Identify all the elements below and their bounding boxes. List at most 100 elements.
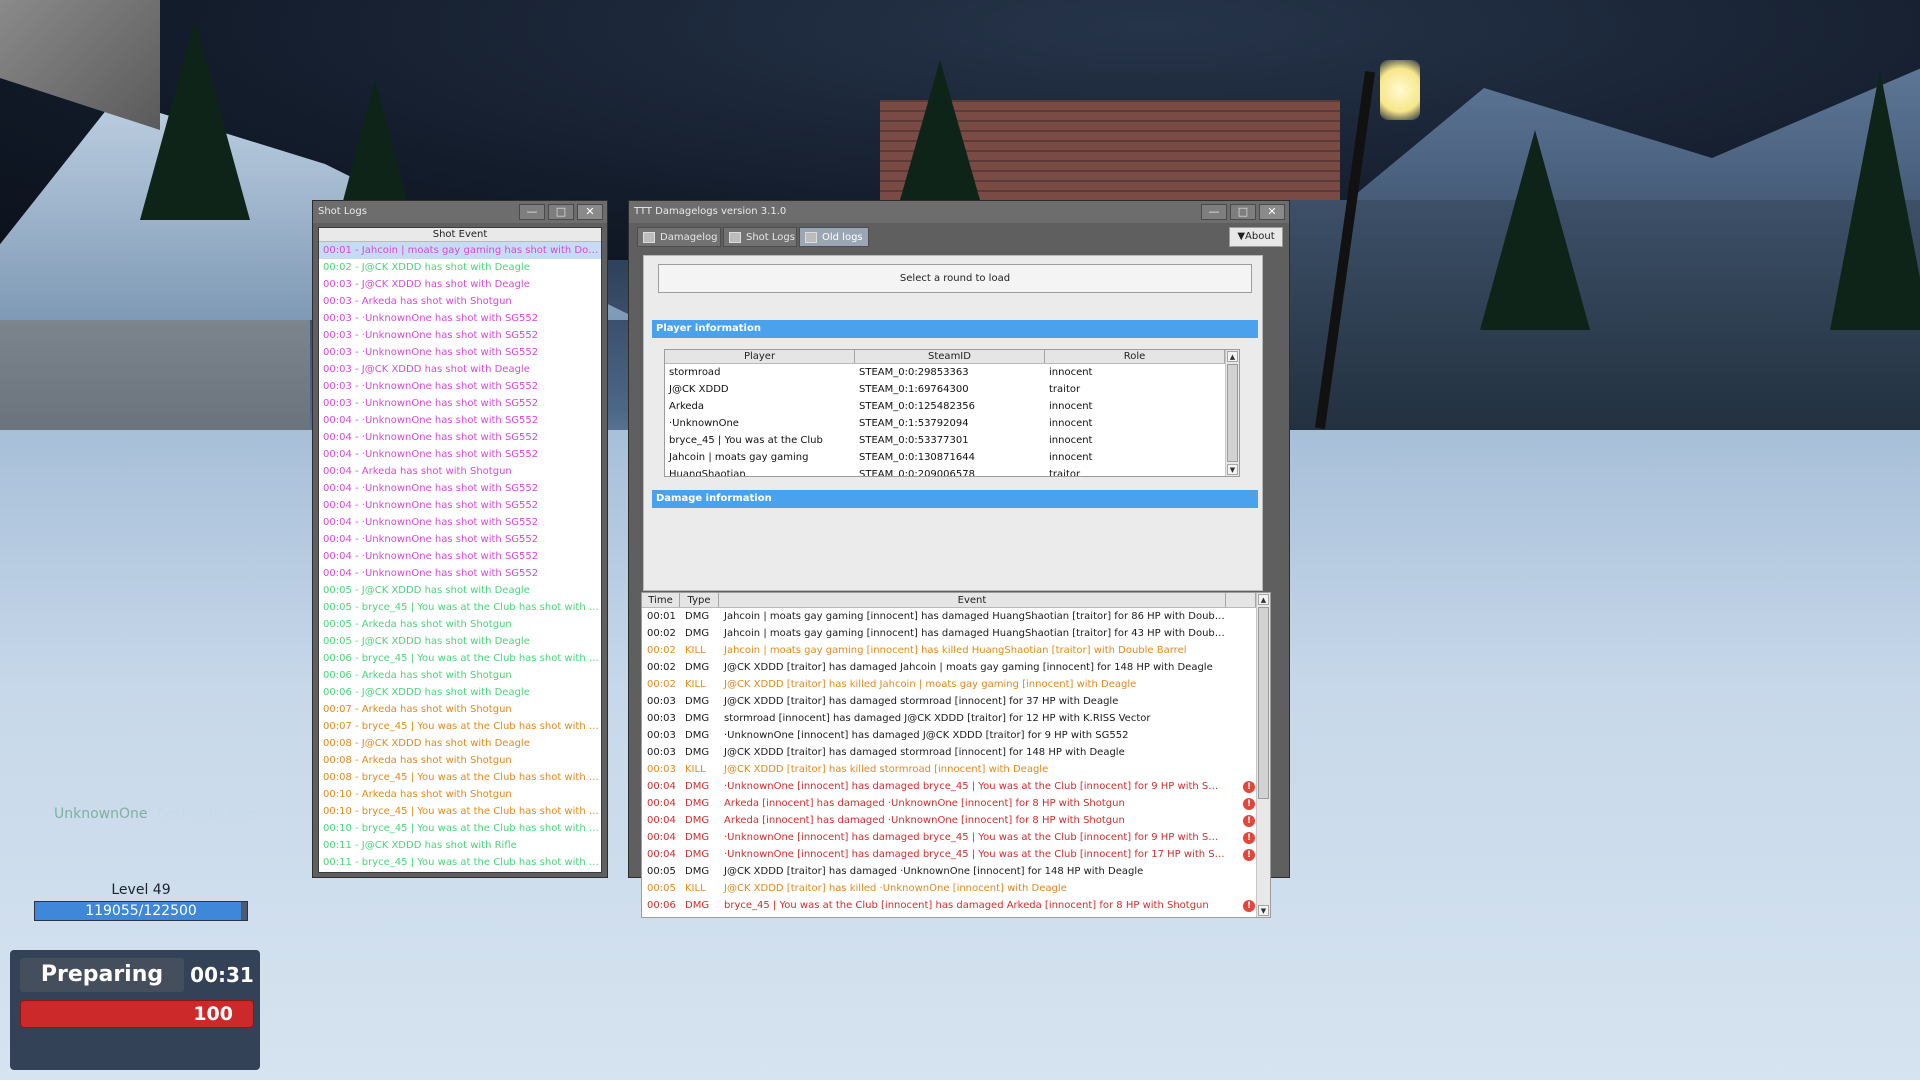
- shot-log-row[interactable]: 00:01 - Jahcoin | moats gay gaming has s…: [319, 242, 601, 259]
- shot-log-row[interactable]: 00:08 - J@CK XDDD has shot with Deagle: [319, 735, 601, 752]
- shot-log-row[interactable]: 00:03 - ·UnknownOne has shot with SG552: [319, 344, 601, 361]
- scroll-up-arrow[interactable]: ▲: [1258, 594, 1269, 605]
- scroll-down-arrow[interactable]: ▼: [1258, 905, 1269, 916]
- shot-log-row[interactable]: 00:04 - ·UnknownOne has shot with SG552: [319, 497, 601, 514]
- shot-log-row[interactable]: 00:03 - ·UnknownOne has shot with SG552: [319, 378, 601, 395]
- rdm-warning-icon[interactable]: !: [1243, 815, 1255, 827]
- shot-log-row[interactable]: 00:06 - J@CK XDDD has shot with Deagle: [319, 684, 601, 701]
- rdm-warning-icon[interactable]: !: [1243, 849, 1255, 861]
- player-row[interactable]: stormroad STEAM_0:0:29853363 innocent: [665, 364, 1239, 381]
- player-table[interactable]: Player SteamID Role stormroad STEAM_0:0:2…: [664, 349, 1240, 477]
- damage-row[interactable]: 00:03 KILL J@CK XDDD [traitor] has killed …: [642, 761, 1270, 778]
- player-row[interactable]: HuangShaotian STEAM_0:0:209006578 traitor: [665, 466, 1239, 476]
- minimize-button[interactable]: —: [1201, 204, 1227, 220]
- rdm-warning-icon[interactable]: !: [1243, 832, 1255, 844]
- shot-logs-titlebar[interactable]: Shot Logs — □ ✕: [313, 201, 607, 223]
- damage-row[interactable]: 00:03 DMG ·UnknownOne [innocent] has damag…: [642, 727, 1270, 744]
- damage-row[interactable]: 00:04 DMG Arkeda [innocent] has damaged ·U…: [642, 812, 1270, 829]
- maximize-button[interactable]: □: [1230, 204, 1256, 220]
- scroll-thumb[interactable]: [1258, 607, 1269, 799]
- column-type[interactable]: Type: [680, 593, 719, 607]
- shot-log-row[interactable]: 00:08 - Arkeda has shot with Shotgun: [319, 752, 601, 769]
- shot-log-row[interactable]: 00:04 - Arkeda has shot with Shotgun: [319, 463, 601, 480]
- column-steamid[interactable]: SteamID: [855, 350, 1045, 363]
- column-event[interactable]: Event: [719, 593, 1226, 607]
- column-time[interactable]: Time: [642, 593, 680, 607]
- shot-log-row[interactable]: 00:03 - ·UnknownOne has shot with SG552: [319, 395, 601, 412]
- tab-shot-logs[interactable]: Shot Logs: [723, 227, 797, 247]
- damage-row[interactable]: 00:02 KILL J@CK XDDD [traitor] has killed …: [642, 676, 1270, 693]
- damage-row[interactable]: 00:03 DMG stormroad [innocent] has damaged…: [642, 710, 1270, 727]
- rdm-warning-icon[interactable]: !: [1243, 798, 1255, 810]
- damage-row[interactable]: 00:05 DMG J@CK XDDD [traitor] has damaged …: [642, 863, 1270, 880]
- close-button[interactable]: ✕: [1259, 204, 1285, 220]
- shot-log-row[interactable]: 00:13 - J@CK XDDD has shot with Rifle: [319, 871, 601, 872]
- shot-log-row[interactable]: 00:05 - bryce_45 | You was at the Club h…: [319, 599, 601, 616]
- rdm-warning-icon[interactable]: !: [1243, 900, 1255, 912]
- player-row[interactable]: Jahcoin | moats gay gaming STEAM_0:0:1308…: [665, 449, 1239, 466]
- shot-log-row[interactable]: 00:04 - ·UnknownOne has shot with SG552: [319, 480, 601, 497]
- shot-log-row[interactable]: 00:05 - J@CK XDDD has shot with Deagle: [319, 582, 601, 599]
- damage-row[interactable]: 00:06 DMG bryce_45 | You was at the Club […: [642, 897, 1270, 914]
- shot-log-row[interactable]: 00:06 - Arkeda has shot with Shotgun: [319, 667, 601, 684]
- player-information-header[interactable]: Player information: [652, 320, 1258, 338]
- shot-log-row[interactable]: 00:04 - ·UnknownOne has shot with SG552: [319, 531, 601, 548]
- shot-log-row[interactable]: 00:02 - J@CK XDDD has shot with Deagle: [319, 259, 601, 276]
- player-table-scrollbar[interactable]: ▲ ▼: [1225, 350, 1239, 476]
- shot-log-row[interactable]: 00:03 - ·UnknownOne has shot with SG552: [319, 310, 601, 327]
- select-round-button[interactable]: Select a round to load: [658, 264, 1252, 293]
- damage-row[interactable]: 00:02 DMG Jahcoin | moats gay gaming [inno…: [642, 625, 1270, 642]
- shot-log-row[interactable]: 00:08 - bryce_45 | You was at the Club h…: [319, 769, 601, 786]
- shot-log-row[interactable]: 00:05 - J@CK XDDD has shot with Deagle: [319, 633, 601, 650]
- minimize-button[interactable]: —: [519, 204, 545, 220]
- damage-row[interactable]: 00:04 DMG ·UnknownOne [innocent] has damag…: [642, 829, 1270, 846]
- shot-log-row[interactable]: 00:04 - ·UnknownOne has shot with SG552: [319, 565, 601, 582]
- damage-row[interactable]: 00:04 DMG ·UnknownOne [innocent] has damag…: [642, 846, 1270, 863]
- column-role[interactable]: Role: [1045, 350, 1225, 363]
- player-row[interactable]: J@CK XDDD STEAM_0:1:69764300 traitor: [665, 381, 1239, 398]
- damagelogs-titlebar[interactable]: TTT Damagelogs version 3.1.0 — □ ✕: [629, 201, 1289, 223]
- shot-log-row[interactable]: 00:04 - ·UnknownOne has shot with SG552: [319, 548, 601, 565]
- shot-log-row[interactable]: 00:04 - ·UnknownOne has shot with SG552: [319, 429, 601, 446]
- shot-log-row[interactable]: 00:04 - ·UnknownOne has shot with SG552: [319, 412, 601, 429]
- damage-row[interactable]: 00:02 KILL Jahcoin | moats gay gaming [inn…: [642, 642, 1270, 659]
- shot-log-row[interactable]: 00:10 - bryce_45 | You was at the Club h…: [319, 820, 601, 837]
- damage-row[interactable]: 00:01 DMG Jahcoin | moats gay gaming [inno…: [642, 608, 1270, 625]
- shot-log-row[interactable]: 00:06 - bryce_45 | You was at the Club h…: [319, 650, 601, 667]
- shot-log-row[interactable]: 00:04 - ·UnknownOne has shot with SG552: [319, 514, 601, 531]
- shot-log-row[interactable]: 00:11 - J@CK XDDD has shot with Rifle: [319, 837, 601, 854]
- damage-row[interactable]: 00:03 DMG J@CK XDDD [traitor] has damaged …: [642, 693, 1270, 710]
- shot-log-row[interactable]: 00:03 - J@CK XDDD has shot with Deagle: [319, 276, 601, 293]
- shot-log-row[interactable]: 00:05 - Arkeda has shot with Shotgun: [319, 616, 601, 633]
- close-button[interactable]: ✕: [577, 204, 603, 220]
- shot-log-row[interactable]: 00:11 - bryce_45 | You was at the Club h…: [319, 854, 601, 871]
- player-row[interactable]: ·UnknownOne STEAM_0:1:53792094 innocent: [665, 415, 1239, 432]
- shot-log-row[interactable]: 00:04 - ·UnknownOne has shot with SG552: [319, 446, 601, 463]
- damage-table[interactable]: Time Type Event 00:01 DMG Jahcoin | moats …: [641, 592, 1271, 918]
- scroll-thumb[interactable]: [1227, 364, 1238, 462]
- damage-information-header[interactable]: Damage information: [652, 490, 1258, 508]
- rdm-warning-icon[interactable]: !: [1243, 781, 1255, 793]
- damage-row[interactable]: 00:04 DMG ·UnknownOne [innocent] has damag…: [642, 778, 1270, 795]
- player-row[interactable]: bryce_45 | You was at the Club STEAM_0:0:…: [665, 432, 1239, 449]
- maximize-button[interactable]: □: [548, 204, 574, 220]
- player-row[interactable]: Arkeda STEAM_0:0:125482356 innocent: [665, 398, 1239, 415]
- shot-event-column-header[interactable]: Shot Event: [319, 228, 601, 242]
- damage-table-scrollbar[interactable]: ▲ ▼: [1256, 593, 1270, 917]
- shot-log-row[interactable]: 00:10 - bryce_45 | You was at the Club h…: [319, 803, 601, 820]
- scroll-up-arrow[interactable]: ▲: [1227, 351, 1238, 362]
- scroll-down-arrow[interactable]: ▼: [1227, 464, 1238, 475]
- shot-log-row[interactable]: 00:03 - J@CK XDDD has shot with Deagle: [319, 361, 601, 378]
- damage-row[interactable]: 00:05 KILL J@CK XDDD [traitor] has killed …: [642, 880, 1270, 897]
- shot-log-row[interactable]: 00:07 - Arkeda has shot with Shotgun: [319, 701, 601, 718]
- column-player[interactable]: Player: [665, 350, 855, 363]
- damage-row[interactable]: 00:03 DMG J@CK XDDD [traitor] has damaged …: [642, 744, 1270, 761]
- shot-log-row[interactable]: 00:03 - ·UnknownOne has shot with SG552: [319, 327, 601, 344]
- tab-old-logs[interactable]: Old logs: [799, 227, 869, 247]
- shot-log-row[interactable]: 00:10 - Arkeda has shot with Shotgun: [319, 786, 601, 803]
- shot-log-row[interactable]: 00:07 - bryce_45 | You was at the Club h…: [319, 718, 601, 735]
- tab-damagelog[interactable]: Damagelog: [637, 227, 721, 247]
- shot-log-row[interactable]: 00:03 - Arkeda has shot with Shotgun: [319, 293, 601, 310]
- about-button[interactable]: ▼About: [1229, 227, 1283, 247]
- shot-event-list[interactable]: Shot Event 00:01 - Jahcoin | moats gay g…: [318, 227, 602, 873]
